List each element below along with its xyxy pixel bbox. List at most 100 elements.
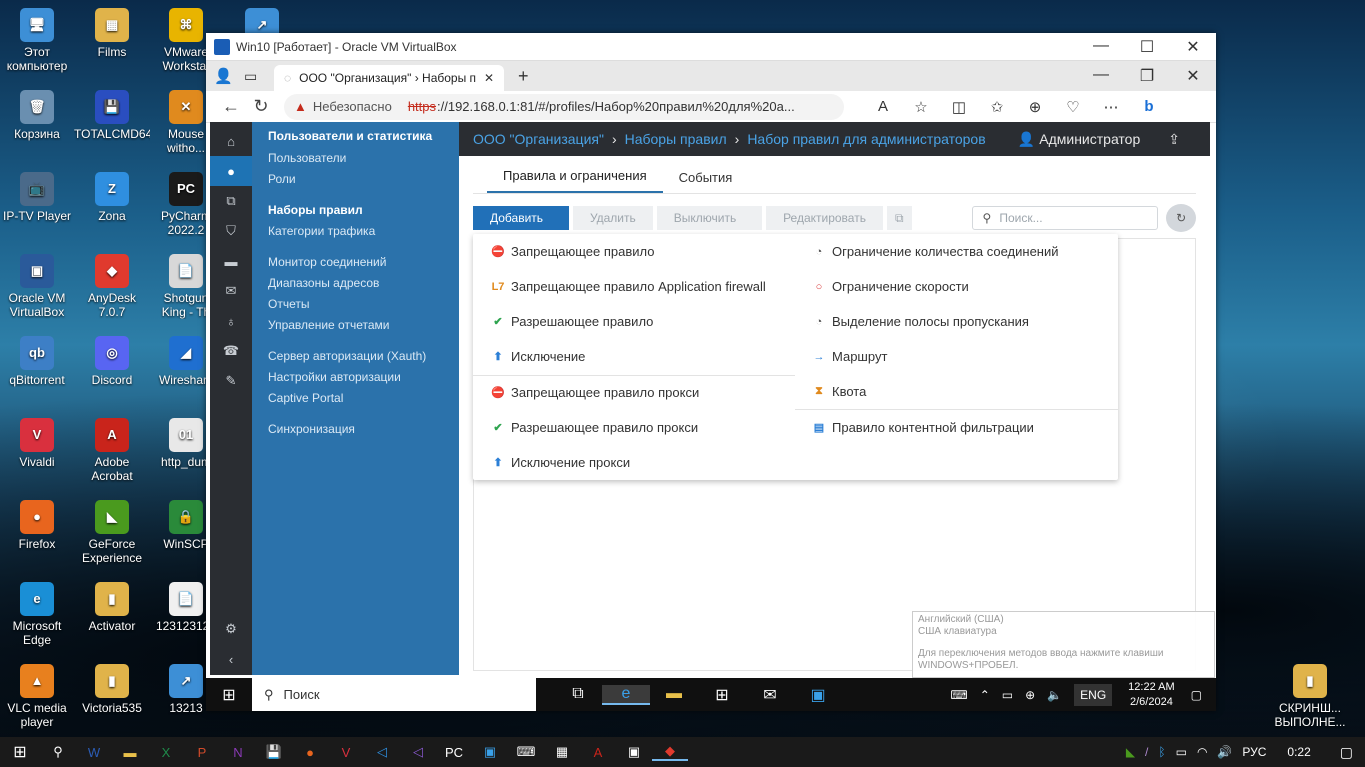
browser-essentials-icon[interactable]: ♡: [1054, 98, 1092, 116]
collections-icon[interactable]: ⊕: [1016, 98, 1054, 116]
onenote-icon[interactable]: N: [220, 745, 256, 760]
menu-item-content-filter[interactable]: ▤ Правило контентной фильтрации: [812, 420, 1034, 435]
acrobat-icon[interactable]: A: [580, 745, 616, 760]
breadcrumb-current[interactable]: Набор правил для администраторов: [747, 131, 985, 147]
tray-app-icon[interactable]: /: [1145, 745, 1148, 759]
edit-button[interactable]: Редактировать: [766, 206, 883, 230]
bluetooth-icon[interactable]: ᛒ: [1158, 745, 1165, 759]
notification-icon[interactable]: ▢: [1191, 688, 1202, 702]
sidebar-item-captive-portal[interactable]: Captive Portal: [268, 388, 459, 409]
vm-clock[interactable]: 12:22 AM 2/6/2024: [1128, 680, 1174, 710]
home-icon[interactable]: ⌂: [210, 126, 252, 156]
virtualbox-icon[interactable]: ▣: [616, 744, 652, 760]
refresh-button[interactable]: ↻: [1166, 204, 1197, 232]
volume-icon[interactable]: 🔊: [1217, 745, 1232, 759]
menu-item-speed-limit[interactable]: ○ Ограничение скорости: [812, 279, 969, 294]
search-input[interactable]: ⚲ Поиск...: [971, 206, 1159, 230]
upload-icon[interactable]: ⇪: [1168, 131, 1180, 148]
desktop-icon[interactable]: qb qBittorrent: [0, 336, 75, 387]
lightbulb-icon[interactable]: ♁: [210, 306, 252, 336]
menu-item-deny-rule[interactable]: ⛔ Запрещающее правило: [491, 244, 654, 259]
globe-icon[interactable]: ⊕: [1025, 688, 1035, 702]
desktop-icon[interactable]: ▦ Films: [74, 8, 150, 59]
visual-studio-icon[interactable]: ◁: [400, 744, 436, 760]
tab-rules[interactable]: Правила и ограничения: [487, 168, 663, 193]
nvidia-icon[interactable]: ◣: [1126, 745, 1135, 759]
desktop-icon[interactable]: ▣ Oracle VM VirtualBox: [0, 254, 75, 319]
menu-item-exception[interactable]: ⬆ Исключение: [491, 349, 585, 364]
desktop-icon[interactable]: 📺 IP-TV Player: [0, 172, 75, 223]
desktop-icon[interactable]: V Vivaldi: [0, 418, 75, 469]
copy-button[interactable]: ⧉: [886, 206, 912, 230]
show-hidden-icon[interactable]: ⌃: [980, 688, 990, 702]
remote-desktop-icon[interactable]: ▣: [472, 744, 508, 760]
new-tab-button[interactable]: +: [518, 66, 529, 87]
screenshot-app-icon[interactable]: ◆: [652, 743, 688, 761]
volume-icon[interactable]: 🔈: [1047, 688, 1062, 702]
menu-item-connection-limit[interactable]: ◔ Ограничение количества соединений: [812, 244, 1059, 259]
browser-restore-button[interactable]: ❐: [1124, 66, 1170, 86]
desktop-icon[interactable]: A Adobe Acrobat: [74, 418, 150, 483]
sidebar-item-traffic-categories[interactable]: Категории трафика: [268, 221, 459, 242]
host-notification-icon[interactable]: ▢: [1340, 744, 1353, 761]
sidebar-item-auth-settings[interactable]: Настройки авторизации: [268, 367, 459, 388]
host-language-indicator[interactable]: РУС: [1242, 745, 1266, 759]
browser-close-button[interactable]: ✕: [1170, 66, 1216, 86]
reload-icon[interactable]: ↻: [246, 96, 276, 117]
sidebar-item-rulesets[interactable]: Наборы правил: [268, 200, 459, 221]
task-view-icon[interactable]: ⧉: [554, 685, 602, 705]
desktop-icon[interactable]: ● Firefox: [0, 500, 75, 551]
browser-tab[interactable]: ◌ ООО "Организация" › Наборы п ✕: [274, 65, 504, 91]
add-button[interactable]: Добавить ▾: [473, 206, 569, 249]
sidebar-item-reports[interactable]: Отчеты: [268, 294, 459, 315]
favorite-star-icon[interactable]: ☆: [902, 98, 940, 116]
vm-start-icon[interactable]: ⊞: [206, 685, 252, 705]
explorer-icon[interactable]: ▬: [650, 685, 698, 705]
desktop-icon[interactable]: ◎ Discord: [74, 336, 150, 387]
totalcmd-icon[interactable]: 💾: [256, 744, 292, 760]
sidebar-item-users[interactable]: Пользователи: [268, 148, 459, 169]
split-screen-icon[interactable]: ◫: [940, 98, 978, 116]
power-icon[interactable]: ▭: [1176, 745, 1187, 759]
host-start-icon[interactable]: ⊞: [0, 742, 40, 762]
minimize-button[interactable]: —: [1078, 37, 1124, 57]
host-search-icon[interactable]: ⚲: [40, 744, 76, 760]
menu-item-deny-app-firewall[interactable]: L7 Запрещающее правило Application firewa…: [491, 279, 766, 294]
delete-button[interactable]: Удалить: [572, 206, 653, 230]
desktop-icon[interactable]: 🖥 Этот компьютер: [0, 8, 75, 73]
user-menu[interactable]: 👤 Администратор: [1018, 131, 1140, 148]
favorites-icon[interactable]: ✩: [978, 98, 1016, 116]
settings-gear-icon[interactable]: ⚙: [210, 614, 252, 644]
back-icon[interactable]: ←: [216, 96, 246, 117]
read-aloud-icon[interactable]: A: [864, 98, 902, 116]
profile-icon[interactable]: 👤: [214, 67, 244, 85]
mail-icon[interactable]: ✉: [210, 276, 252, 306]
folder-icon[interactable]: ▬: [210, 246, 252, 276]
sidebar-item-report-management[interactable]: Управление отчетами: [268, 315, 459, 336]
tab-actions-icon[interactable]: ▭: [244, 68, 274, 85]
desktop-icon[interactable]: ◣ GeForce Experience: [74, 500, 150, 565]
explorer-icon[interactable]: ▬: [112, 745, 148, 760]
edge-icon[interactable]: e: [602, 684, 650, 705]
phone-icon[interactable]: ☎: [210, 336, 252, 366]
sidebar-item-address-ranges[interactable]: Диапазоны адресов: [268, 273, 459, 294]
desktop-icon[interactable]: ◆ AnyDesk 7.0.7: [74, 254, 150, 319]
vscode-icon[interactable]: ◁: [364, 744, 400, 760]
close-button[interactable]: ✕: [1170, 37, 1216, 57]
sidebar-item-roles[interactable]: Роли: [268, 169, 459, 190]
keyboard-app-icon[interactable]: ⌨: [508, 744, 544, 760]
wrench-icon[interactable]: ✎: [210, 366, 252, 396]
disable-button[interactable]: Выключить ▾: [656, 206, 763, 249]
shield-icon[interactable]: ⛉: [210, 216, 252, 246]
wifi-icon[interactable]: ◠: [1197, 745, 1207, 759]
address-bar[interactable]: ▲ Небезопасно https ://192.168.0.1:81/#/…: [284, 93, 844, 120]
network-icon[interactable]: ▭: [1002, 688, 1013, 702]
collapse-chevron-icon[interactable]: ‹: [210, 644, 252, 674]
store-icon[interactable]: ⊞: [698, 685, 746, 705]
desktop-icon[interactable]: Z Zona: [74, 172, 150, 223]
menu-item-deny-proxy[interactable]: ⛔ Запрещающее правило прокси: [491, 385, 699, 400]
breadcrumb-org[interactable]: ООО "Организация": [473, 131, 604, 147]
app-icon[interactable]: ▣: [794, 685, 842, 705]
pycharm-icon[interactable]: PC: [436, 745, 472, 760]
desktop-icon[interactable]: ▮ Victoria535: [74, 664, 150, 715]
